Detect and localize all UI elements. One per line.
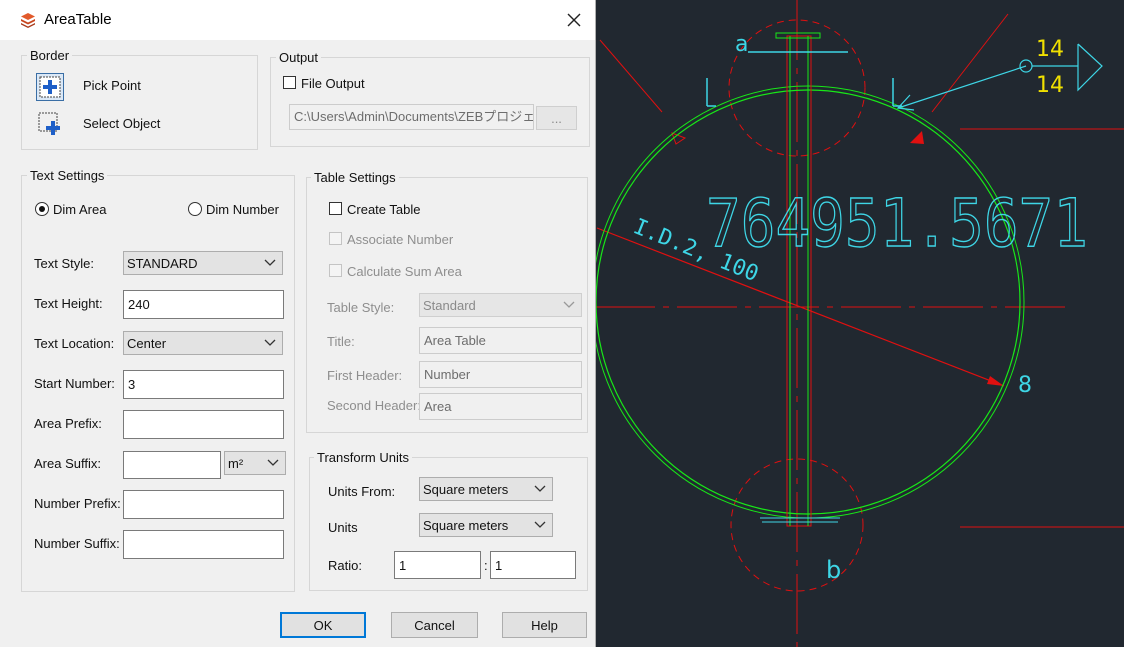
ratio-left-input[interactable] [394,551,481,579]
table-settings-label: Table Settings [311,170,399,185]
title-label: Title: [327,334,355,349]
areatable-dialog: AreaTable Border Pick Point Select Objec… [0,0,595,647]
area-prefix-input[interactable] [123,410,284,439]
area-unit-select[interactable]: m² [224,451,286,475]
tag-bottom-number: 14 [1036,73,1064,98]
ratio-separator: : [484,558,488,573]
first-header-input[interactable]: Number [419,361,582,388]
text-style-label: Text Style: [34,256,94,271]
area-dimension-text: 764951.5671 [706,185,1088,262]
text-style-value: STANDARD [127,255,198,271]
pick-point-label[interactable]: Pick Point [83,78,141,93]
second-header-label: Second Header: [327,398,421,413]
ratio-label: Ratio: [328,558,362,573]
tag-top-number: 14 [1036,37,1064,62]
units-select[interactable]: Square meters [419,513,553,537]
associate-number-checkbox[interactable] [329,232,342,245]
area-suffix-label: Area Suffix: [34,456,101,471]
units-from-label: Units From: [328,484,396,499]
text-location-value: Center [127,335,167,351]
calculate-sum-area-label[interactable]: Calculate Sum Area [347,264,462,279]
dim-number-radio[interactable] [188,202,202,216]
second-header-input[interactable]: Area [419,393,582,420]
title-input[interactable]: Area Table [419,327,582,354]
browse-button[interactable]: ... [536,106,577,130]
select-object-button[interactable] [36,110,64,138]
number-prefix-label: Number Prefix: [34,496,121,511]
border-group-label: Border [27,48,73,63]
text-location-label: Text Location: [34,336,115,351]
dim-area-label[interactable]: Dim Area [53,202,106,217]
area-prefix-label: Area Prefix: [34,416,102,431]
title-value: Area Table [424,333,486,348]
close-button[interactable] [556,6,592,34]
chevron-down-icon [534,521,546,528]
table-style-value: Standard [423,297,476,313]
chevron-down-icon [264,339,276,346]
point-b-label: b [826,556,841,584]
point-a-label: a [735,32,748,57]
select-object-icon [38,112,60,135]
start-number-label: Start Number: [34,376,115,391]
close-icon [567,13,581,27]
table-style-select[interactable]: Standard [419,293,582,317]
select-object-label[interactable]: Select Object [83,116,160,131]
ok-button[interactable]: OK [280,612,366,638]
pick-point-icon [39,76,61,98]
create-table-label[interactable]: Create Table [347,202,420,217]
output-path-text: C:\Users\Admin\Documents\ZEBプロジェク [294,109,534,124]
area-suffix-input[interactable] [123,451,221,479]
text-location-select[interactable]: Center [123,331,283,355]
first-header-value: Number [424,367,471,382]
number-8-label: 8 [1018,373,1032,398]
number-suffix-input[interactable] [123,530,284,559]
dialog-title: AreaTable [44,11,112,28]
table-style-label: Table Style: [327,300,395,315]
file-output-checkbox[interactable] [283,76,296,89]
create-table-checkbox[interactable] [329,202,342,215]
units-label: Units [328,520,358,535]
ratio-right-input[interactable] [490,551,576,579]
text-height-input[interactable] [123,290,284,319]
associate-number-label[interactable]: Associate Number [347,232,453,247]
first-header-label: First Header: [327,368,403,383]
chevron-down-icon [563,301,575,308]
chevron-down-icon [264,259,276,266]
output-path-field[interactable]: C:\Users\Admin\Documents\ZEBプロジェク [289,104,534,130]
units-from-select[interactable]: Square meters [419,477,553,501]
start-number-input[interactable] [123,370,284,399]
second-header-value: Area [424,399,452,414]
chevron-down-icon [267,459,279,466]
transform-units-label: Transform Units [314,450,412,465]
dim-number-label[interactable]: Dim Number [206,202,279,217]
app-logo-icon [21,13,35,28]
area-unit-value: m² [228,455,244,471]
text-style-select[interactable]: STANDARD [123,251,283,275]
text-settings-label: Text Settings [27,168,108,183]
chevron-down-icon [534,485,546,492]
units-from-value: Square meters [423,481,509,497]
help-button[interactable]: Help [502,612,587,638]
title-bar[interactable]: AreaTable [0,0,595,40]
text-height-label: Text Height: [34,296,103,311]
dim-area-radio[interactable] [35,202,49,216]
pick-point-button[interactable] [36,73,64,101]
file-output-label[interactable]: File Output [301,76,365,91]
cancel-button[interactable]: Cancel [391,612,478,638]
number-suffix-label: Number Suffix: [34,536,120,551]
calculate-sum-area-checkbox[interactable] [329,264,342,277]
output-group [270,57,590,147]
number-prefix-input[interactable] [123,490,284,519]
output-group-label: Output [276,50,322,65]
units-value: Square meters [423,517,509,533]
